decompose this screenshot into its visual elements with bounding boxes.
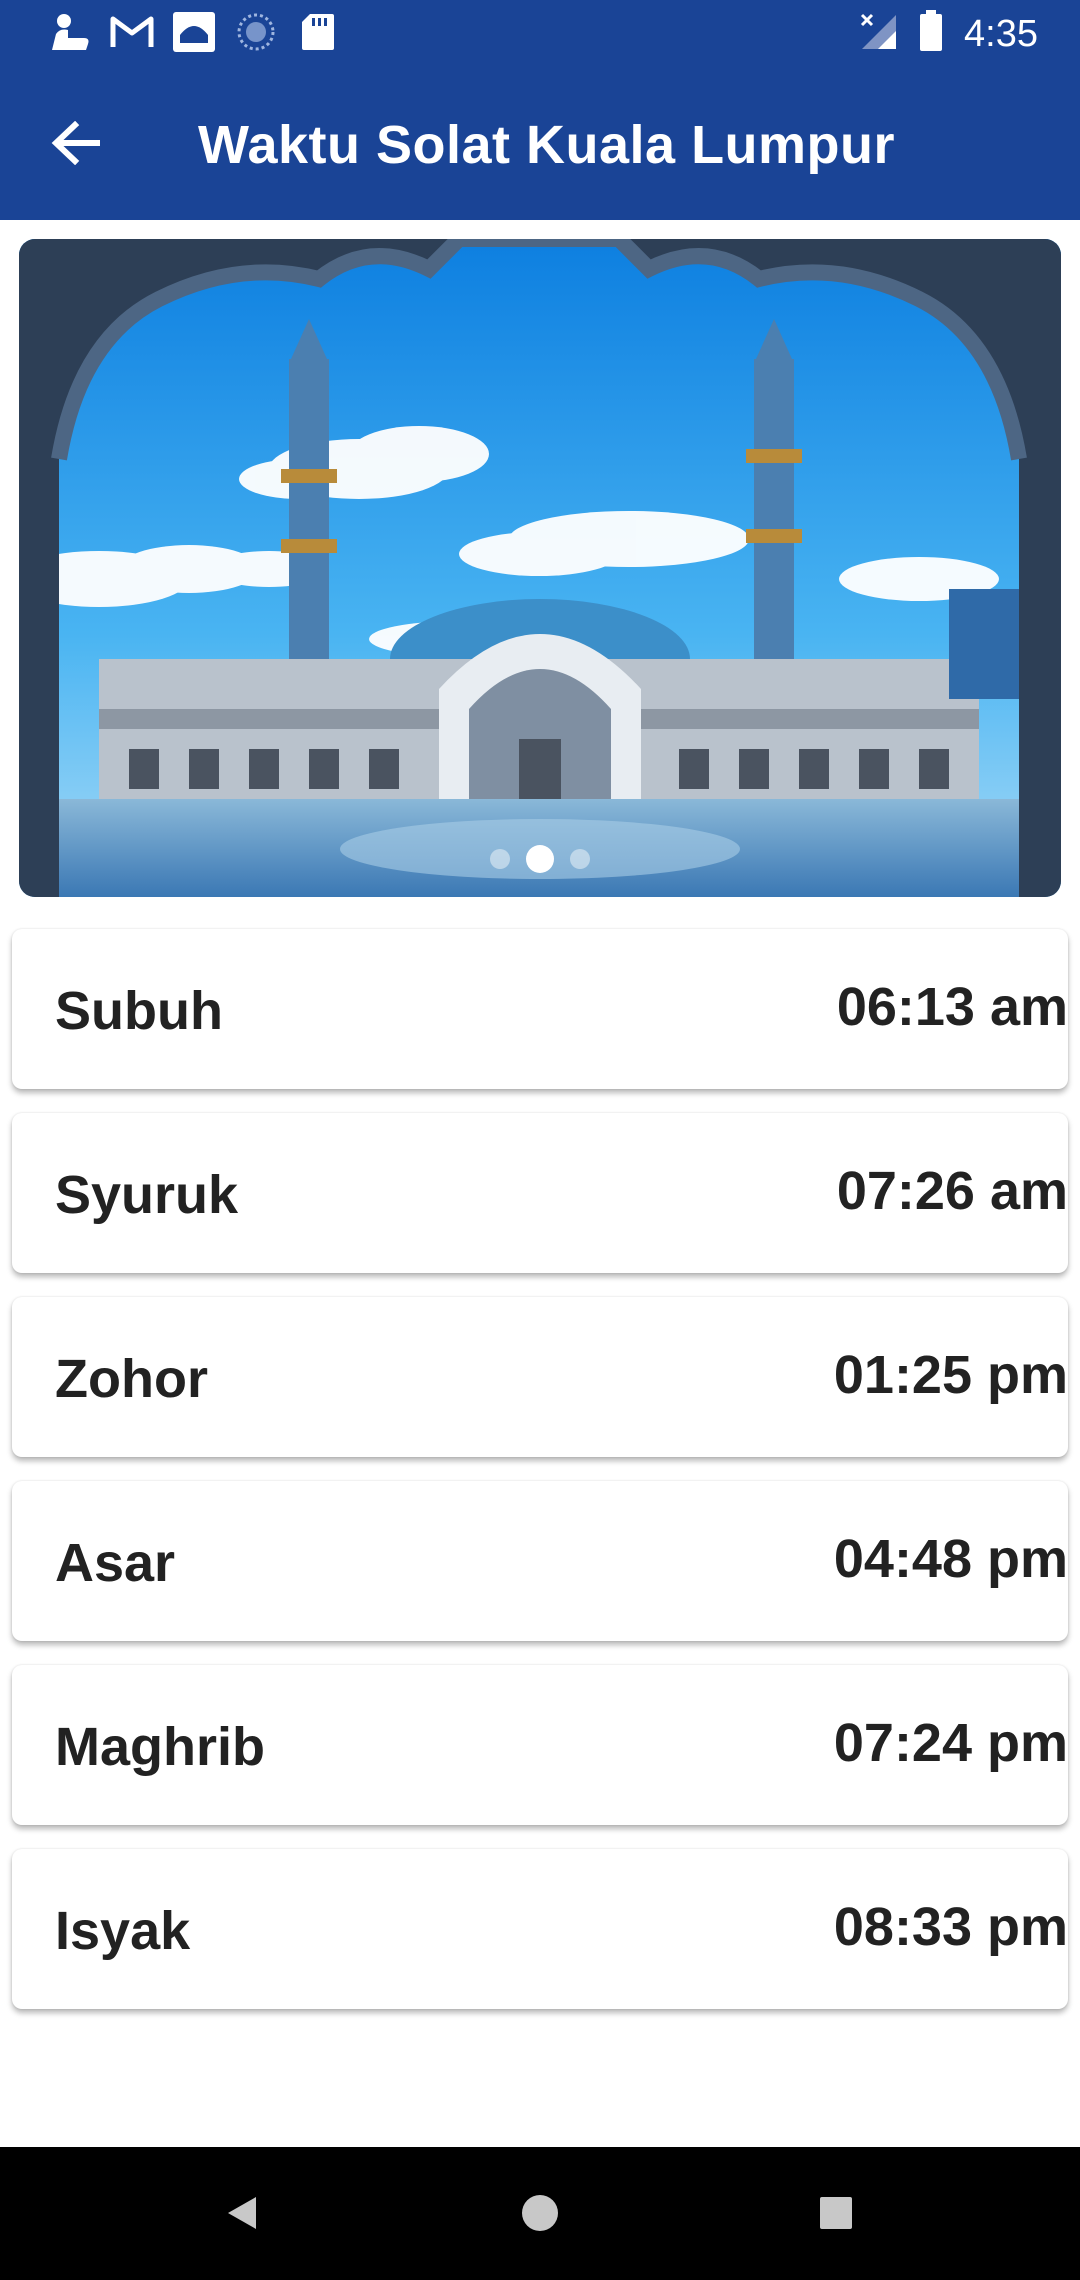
home-circle-icon xyxy=(520,2193,560,2238)
nav-back-button[interactable] xyxy=(210,2183,274,2247)
image-carousel[interactable] xyxy=(19,239,1061,897)
carousel-indicators xyxy=(19,845,1061,873)
arrow-left-icon xyxy=(51,120,101,170)
prayer-time: 08:33 pm xyxy=(833,1897,1068,1957)
prayer-time: 07:24 pm xyxy=(833,1713,1068,1773)
prayer-row-syuruk[interactable]: Syuruk 07:26 am xyxy=(12,1113,1068,1273)
prayer-time: 07:26 am xyxy=(836,1161,1068,1221)
carousel-dot-3[interactable] xyxy=(570,849,590,869)
prayer-name: Maghrib xyxy=(55,1717,265,1777)
prayer-time: 01:25 pm xyxy=(833,1345,1068,1405)
prayer-row-isyak[interactable]: Isyak 08:33 pm xyxy=(12,1849,1068,2009)
prayer-time: 04:48 pm xyxy=(833,1529,1068,1589)
page-title: Waktu Solat Kuala Lumpur xyxy=(198,115,896,175)
notification-icons xyxy=(48,12,340,52)
mosque-icon xyxy=(172,12,216,52)
status-bar: 4:35 xyxy=(0,0,1080,66)
back-triangle-icon xyxy=(222,2193,262,2238)
prayer-name: Subuh xyxy=(55,981,223,1041)
battery-icon xyxy=(918,10,944,57)
sd-card-icon xyxy=(296,12,340,52)
system-nav-bar xyxy=(0,2147,1080,2280)
prayer-row-subuh[interactable]: Subuh 06:13 am xyxy=(12,929,1068,1089)
no-signal-icon xyxy=(858,11,898,56)
app-bar: Waktu Solat Kuala Lumpur xyxy=(0,66,1080,220)
gmail-icon xyxy=(110,12,154,52)
prayer-row-asar[interactable]: Asar 04:48 pm xyxy=(12,1481,1068,1641)
prayer-name: Asar xyxy=(55,1533,176,1593)
system-icons: 4:35 xyxy=(858,10,1038,57)
person-icon xyxy=(48,12,92,52)
prayer-time: 06:13 am xyxy=(836,977,1068,1037)
prayer-name: Isyak xyxy=(55,1901,191,1961)
nav-recents-button[interactable] xyxy=(804,2183,868,2247)
prayer-row-maghrib[interactable]: Maghrib 07:24 pm xyxy=(12,1665,1068,1825)
carousel-dot-1[interactable] xyxy=(490,849,510,869)
recents-square-icon xyxy=(818,2195,854,2236)
prayer-name: Zohor xyxy=(55,1349,208,1409)
status-time: 4:35 xyxy=(964,12,1038,55)
prayer-row-zohor[interactable]: Zohor 01:25 pm xyxy=(12,1297,1068,1457)
carousel-dot-2[interactable] xyxy=(526,845,554,873)
mosque-photo xyxy=(19,239,1061,897)
nav-home-button[interactable] xyxy=(508,2183,572,2247)
prayer-name: Syuruk xyxy=(55,1165,239,1225)
sync-icon xyxy=(234,12,278,52)
back-button[interactable] xyxy=(40,109,112,181)
